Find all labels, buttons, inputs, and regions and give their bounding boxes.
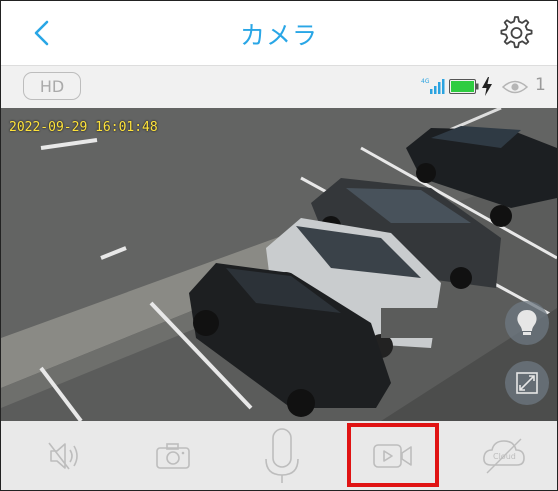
signal-label: 4G (421, 78, 430, 85)
eye-icon (502, 80, 528, 94)
app-frame: カメラ HD 4G 1 2022-09-29 16:01:48 (0, 0, 558, 491)
light-button[interactable] (505, 301, 549, 345)
snapshot-button[interactable] (149, 421, 199, 490)
quality-button[interactable]: HD (23, 72, 81, 100)
cloud-button[interactable]: Cloud (479, 421, 529, 490)
fullscreen-button[interactable] (505, 361, 549, 405)
page-title: カメラ (239, 21, 318, 50)
snapshot-camera-icon (156, 443, 190, 469)
gear-icon (500, 16, 533, 49)
video-timestamp: 2022-09-29 16:01:48 (9, 120, 158, 135)
mute-icon (48, 442, 78, 470)
camera-frame-image (1, 108, 557, 421)
charging-bolt-icon (482, 77, 492, 96)
viewer-count: 1 (535, 75, 546, 95)
light-bulb-icon (517, 310, 537, 335)
cloud-icon: Cloud (483, 438, 525, 474)
status-bar: HD 4G 1 (1, 65, 557, 108)
header-bar: カメラ (1, 1, 557, 65)
battery-icon (449, 79, 479, 94)
microphone-button[interactable] (257, 421, 307, 490)
record-button-highlight (347, 423, 439, 487)
settings-button[interactable] (495, 13, 535, 53)
camera-live-view[interactable]: 2022-09-29 16:01:48 (1, 108, 557, 421)
control-toolbar: Cloud (1, 421, 557, 490)
signal-icon: 4G (421, 78, 445, 94)
fullscreen-icon (516, 372, 538, 394)
microphone-icon (265, 428, 299, 483)
mute-button[interactable] (41, 421, 91, 490)
